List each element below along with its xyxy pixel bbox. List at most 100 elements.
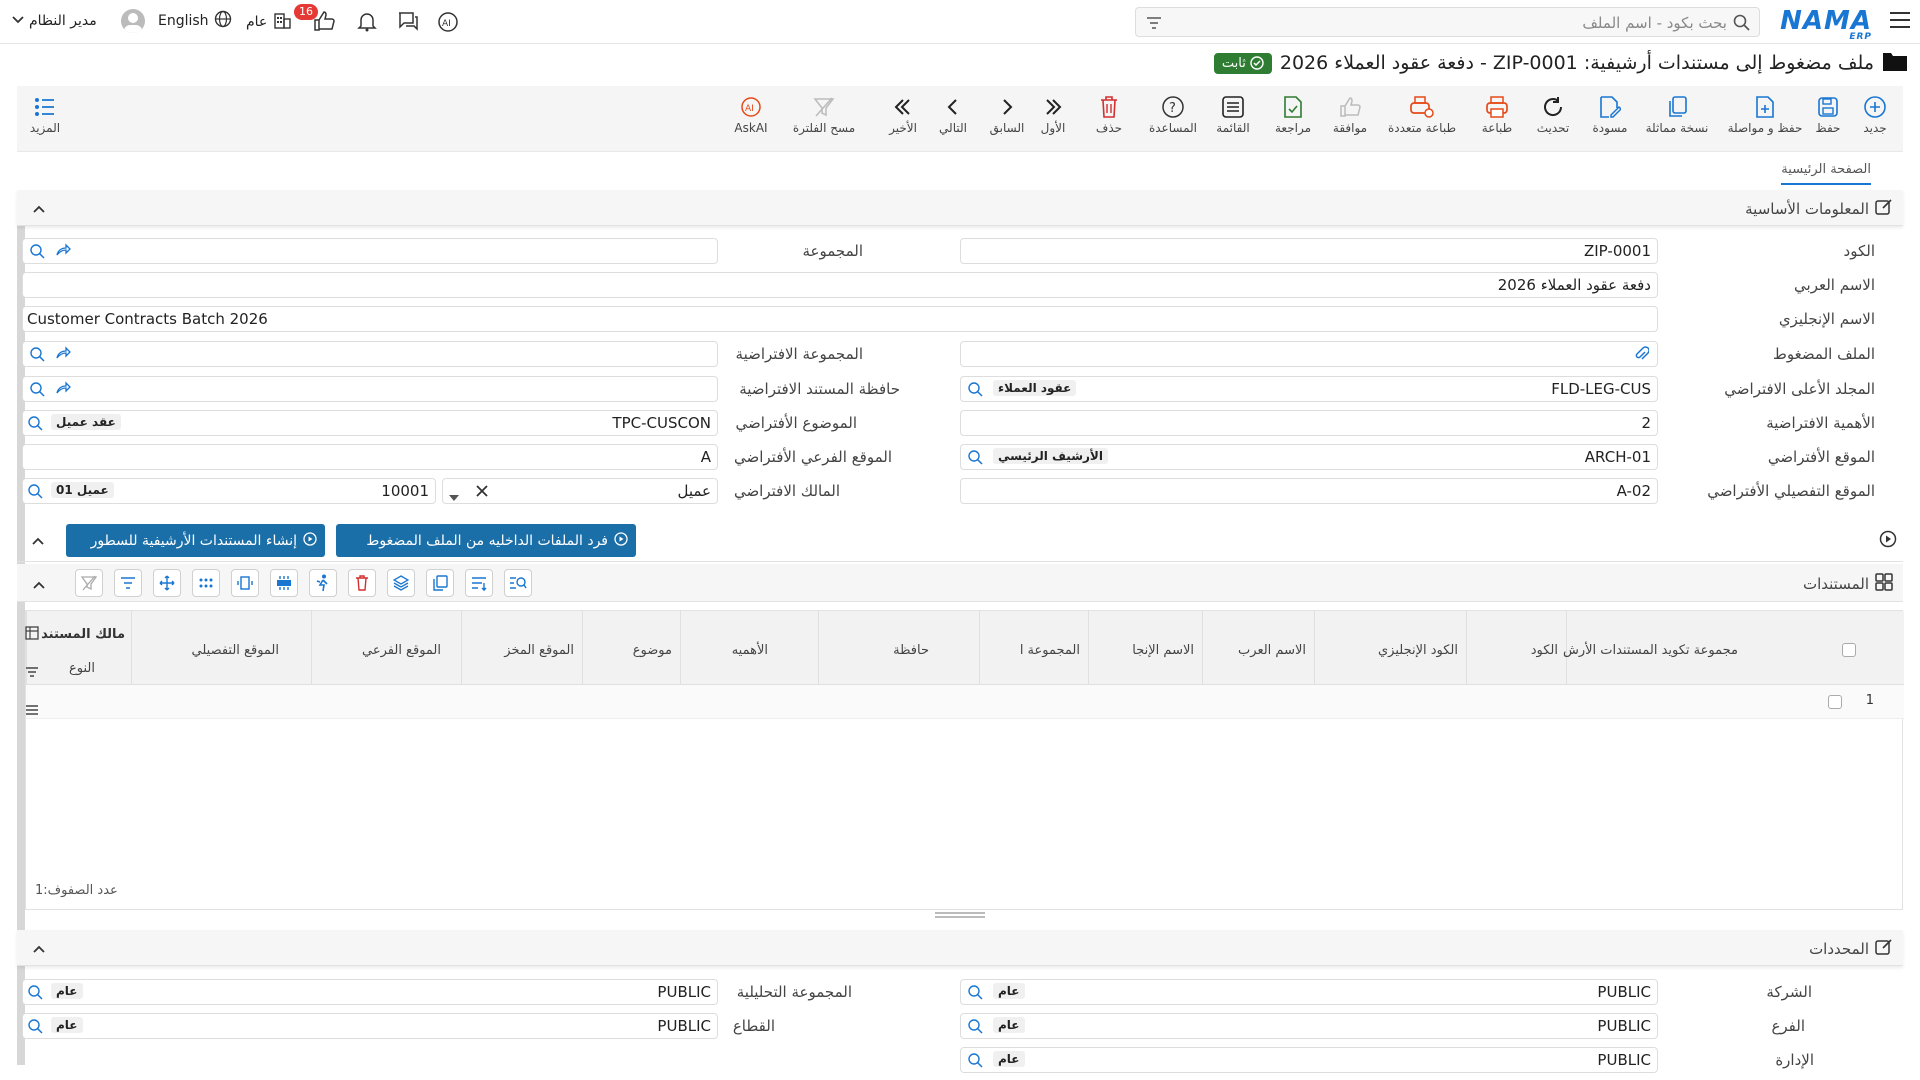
grid-clear-filter-button[interactable] <box>75 569 103 597</box>
row-menu-icon[interactable] <box>25 702 39 720</box>
grid-sort-button[interactable] <box>465 569 493 597</box>
table-row[interactable]: 1 <box>26 685 1904 719</box>
default-doc-holder-field[interactable] <box>22 376 718 402</box>
paperclip-icon[interactable] <box>1633 345 1650 367</box>
approve-button[interactable]: موافقة <box>1322 94 1378 135</box>
group-field[interactable] <box>22 238 718 264</box>
analytic-group-field[interactable]: PUBLIC عام <box>22 979 718 1005</box>
lookup-search-icon[interactable] <box>967 449 985 469</box>
askai-button[interactable]: AI AskAI <box>723 94 779 135</box>
more-button[interactable]: المزيد <box>17 94 73 135</box>
extract-files-button[interactable]: فرد الملفات الداخليه من الملف المضغوط <box>336 524 636 557</box>
col-sublocation[interactable]: الموقع الفرعي <box>311 611 461 685</box>
default-parent-folder-field[interactable]: FLD-LEG-CUS عقود العملاء <box>960 376 1658 402</box>
search-input[interactable]: بحث بكود - اسم الملف <box>1582 14 1727 32</box>
list-button[interactable]: القائمة <box>1205 94 1261 135</box>
dropdown-arrow-icon[interactable] <box>449 488 459 506</box>
play-circle-icon[interactable] <box>1879 530 1897 552</box>
bell-icon[interactable] <box>356 10 378 32</box>
askai-icon[interactable]: AI <box>436 10 460 34</box>
lookup-search-icon[interactable] <box>27 483 45 503</box>
col-coding-group[interactable]: مجموعة تكويد المستندات الأرش <box>1563 611 1746 685</box>
default-subject-field[interactable]: TPC-CUSCON عقد عميل <box>22 410 718 436</box>
logo[interactable]: NAMA ERP <box>1780 6 1872 42</box>
sector-field[interactable]: PUBLIC عام <box>22 1013 718 1039</box>
dept-field[interactable]: PUBLIC عام <box>960 1047 1658 1073</box>
search-icon[interactable] <box>1733 14 1751 36</box>
code-field[interactable]: ZIP-0001 <box>960 238 1658 264</box>
next-button[interactable]: التالي <box>925 94 981 135</box>
default-importance-field[interactable]: 2 <box>960 410 1658 436</box>
print-button[interactable]: طباعة <box>1469 94 1525 135</box>
open-link-icon[interactable] <box>55 346 71 364</box>
grid-filter-button[interactable] <box>114 569 142 597</box>
save-button[interactable]: حفظ <box>1800 94 1856 135</box>
col-subject[interactable]: موضوع <box>582 611 680 685</box>
language-switch[interactable]: English <box>158 10 232 32</box>
last-button[interactable]: الأخير <box>875 94 931 135</box>
column-filter-icon[interactable] <box>25 664 39 682</box>
col-detail-location[interactable]: الموقع التفصيلي <box>131 611 311 685</box>
search-box[interactable]: بحث بكود - اسم الملف <box>1135 7 1760 37</box>
row-checkbox[interactable] <box>1828 695 1842 709</box>
arabic-name-field[interactable]: دفعة عقود العملاء 2026 <box>22 272 1658 298</box>
draft-button[interactable]: مسودة <box>1582 94 1638 135</box>
help-button[interactable]: ? المساعدة <box>1140 94 1206 135</box>
create-documents-button[interactable]: إنشاء المستندات الأرشيفية للسطور <box>66 524 325 557</box>
menu-icon[interactable] <box>1890 12 1910 28</box>
lookup-search-icon[interactable] <box>29 346 47 366</box>
grid-layers-button[interactable] <box>387 569 415 597</box>
col-holder[interactable]: حافظة <box>818 611 979 685</box>
chevron-up-icon[interactable] <box>32 532 44 550</box>
col-storage-location[interactable]: الموقع المخز <box>461 611 582 685</box>
col-english-name[interactable]: الاسم الإنجا <box>1088 611 1202 685</box>
prev-button[interactable]: السابق <box>979 94 1035 135</box>
open-link-icon[interactable] <box>55 243 71 261</box>
select-all-checkbox[interactable] <box>1842 643 1856 657</box>
clear-filter-button[interactable]: مسح الفلترة <box>789 94 859 135</box>
duplicate-button[interactable]: نسخة مماثلة <box>1637 94 1717 135</box>
lookup-search-icon[interactable] <box>27 984 45 1004</box>
col-english-code[interactable]: الكود الإنجليزي <box>1314 611 1466 685</box>
default-owner-type-select[interactable]: عميل <box>442 478 718 504</box>
grid-move-button[interactable] <box>153 569 181 597</box>
lookup-search-icon[interactable] <box>967 984 985 1004</box>
col-importance[interactable]: الأهميه <box>680 611 818 685</box>
lookup-search-icon[interactable] <box>27 1018 45 1038</box>
grid-search-button[interactable] <box>504 569 532 597</box>
col-owner[interactable]: مالك المستند النوع <box>26 611 131 685</box>
col-code[interactable]: الكود <box>1466 611 1566 685</box>
grid-fit-button[interactable] <box>231 569 259 597</box>
filter-icon[interactable] <box>1146 16 1162 34</box>
default-detail-location-field[interactable]: A-02 <box>960 478 1658 504</box>
lookup-search-icon[interactable] <box>967 1018 985 1038</box>
review-button[interactable]: مراجعة <box>1265 94 1321 135</box>
chevron-up-icon[interactable] <box>33 940 45 958</box>
lookup-search-icon[interactable] <box>967 381 985 401</box>
default-group-field[interactable] <box>22 341 718 367</box>
user-menu[interactable]: مدير النظام <box>12 9 145 33</box>
clear-icon[interactable] <box>475 484 489 502</box>
table-settings-icon[interactable] <box>25 626 39 644</box>
lookup-search-icon[interactable] <box>29 381 47 401</box>
default-sublocation-field[interactable]: A <box>22 444 718 470</box>
lookup-search-icon[interactable] <box>967 1052 985 1072</box>
col-arabic-name[interactable]: الاسم العرب <box>1202 611 1314 685</box>
grid-run-button[interactable] <box>309 569 337 597</box>
delete-button[interactable]: حذف <box>1081 94 1137 135</box>
refresh-button[interactable]: تحديث <box>1525 94 1581 135</box>
lookup-search-icon[interactable] <box>29 243 47 263</box>
dimensions-header[interactable]: المحددات <box>17 930 1903 966</box>
grid-insert-row-button[interactable] <box>270 569 298 597</box>
basic-info-header[interactable]: المعلومات الأساسية <box>17 190 1903 226</box>
company-field[interactable]: PUBLIC عام <box>960 979 1658 1005</box>
lookup-search-icon[interactable] <box>27 415 45 435</box>
grid-delete-button[interactable] <box>348 569 376 597</box>
zip-file-field[interactable] <box>960 341 1658 367</box>
open-link-icon[interactable] <box>55 381 71 399</box>
chevron-up-icon[interactable] <box>33 200 45 218</box>
resize-handle[interactable] <box>935 912 985 918</box>
chat-icon[interactable] <box>396 10 420 32</box>
branch-field[interactable]: PUBLIC عام <box>960 1013 1658 1039</box>
english-name-field[interactable]: Customer Contracts Batch 2026 <box>22 306 1658 332</box>
